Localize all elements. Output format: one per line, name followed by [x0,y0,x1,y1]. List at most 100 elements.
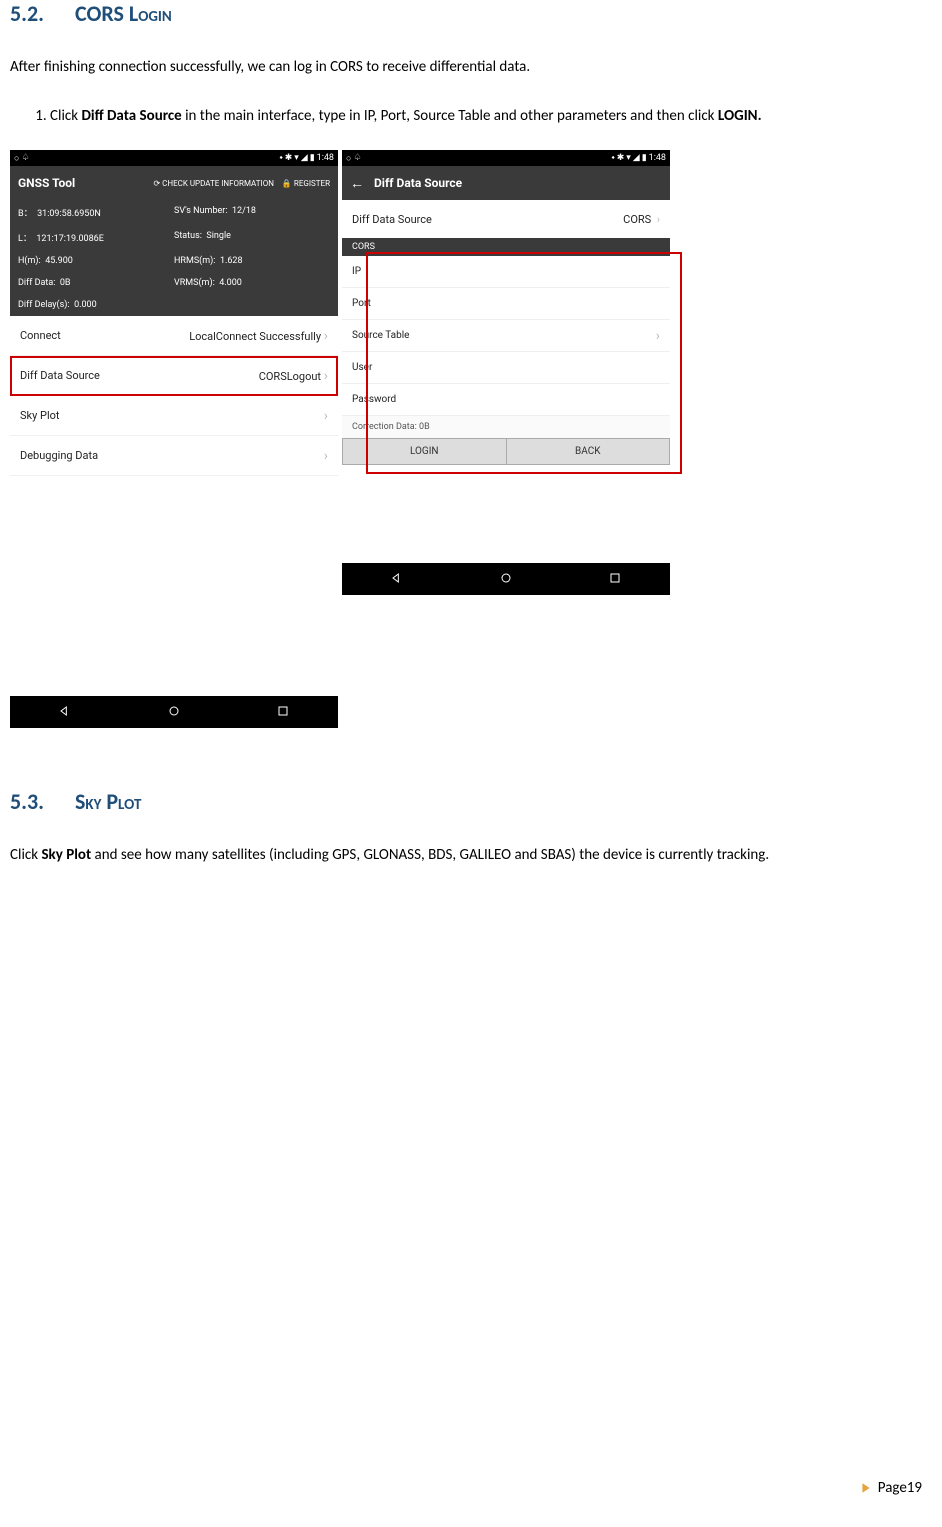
location-icon: ⬩ [611,153,614,163]
notification-icon: ♤ [353,153,361,164]
section-5-3-heading: 5.3. Sky Plot [10,788,932,815]
battery-icon: ▮ [310,153,315,163]
notification-icon: ○ [346,153,351,164]
phone-screenshot-2: ○ ♤ ⬩ ✱ ▾ ◢ ▮ 1:48 ← Diff Data Source Di… [342,150,670,595]
bluetooth-icon: ✱ [285,153,293,163]
value: 121:17:19.0086E [36,234,104,244]
port-input[interactable]: Port [342,288,670,320]
login-button[interactable]: LOGIN [343,439,507,464]
label: Password [352,394,396,405]
sky-plot-row[interactable]: Sky Plot › [10,396,338,436]
phone-screenshot-1: ○ ♤ ⬩ ✱ ▾ ◢ ▮ 1:48 GNSS Tool ⟳ CHECK UPD… [10,150,338,728]
value: 12/18 [232,206,256,216]
user-input[interactable]: User [342,352,670,384]
label: REGISTER [294,179,330,188]
empty-area [10,476,338,696]
bluetooth-icon: ✱ [617,153,625,163]
label: Diff Data: [18,278,55,288]
label: B： [18,209,33,219]
location-icon: ⬩ [279,153,282,163]
label: Sky Plot [20,409,60,422]
sky-plot-paragraph: Click Sky Plot and see how many satellit… [10,843,932,867]
home-icon[interactable] [166,703,182,722]
label: Status: [174,231,202,241]
recent-icon[interactable] [607,570,623,589]
chevron-right-icon: › [324,408,328,424]
label: HRMS(m): [174,256,215,266]
chevron-right-icon: › [657,213,660,226]
wifi-icon: ▾ [294,153,299,163]
back-icon[interactable] [389,570,405,589]
value: 0B [60,278,71,288]
cors-header: CORS [342,238,670,256]
heading-text: CORS Login [75,0,172,27]
label: User [352,362,372,373]
register-button[interactable]: 🔒 REGISTER [282,179,330,188]
page-footer: Page19 [860,1479,922,1497]
status-right: ⬩ ✱ ▾ ◢ ▮ 1:48 [279,153,334,163]
ip-input[interactable]: IP [342,256,670,288]
value: 0.000 [74,300,97,310]
app-bar: GNSS Tool ⟳ CHECK UPDATE INFORMATION 🔒 R… [10,166,338,200]
heading-number: 5.3. [10,788,70,815]
back-icon[interactable] [57,703,73,722]
label: Debugging Data [20,449,98,462]
home-icon[interactable] [498,570,514,589]
label: SV's Number: [174,206,228,216]
back-button[interactable]: BACK [507,439,670,464]
value: Single [206,231,231,241]
label: Port [352,298,371,309]
source-table-selector[interactable]: Source Table › [342,320,670,352]
label: Diff Data Source [352,213,432,226]
chevron-right-icon: › [324,368,328,384]
value: 4.000 [219,278,242,288]
text: in the main interface, type in IP, Port,… [182,107,718,125]
empty-area [342,465,670,563]
text: Click [50,107,81,125]
text: and see how many satellites (including G… [91,846,769,864]
info-block: B： 31:09:58.6950N SV's Number: 12/18 L： … [10,200,338,316]
app-bar: ← Diff Data Source [342,166,670,200]
connect-row[interactable]: Connect LocalConnect Successfully › [10,316,338,356]
value: CORS [623,213,651,226]
label: Diff Delay(s): [18,300,70,310]
debugging-data-row[interactable]: Debugging Data › [10,436,338,476]
lock-icon: 🔒 [282,179,292,188]
page-number: Page19 [878,1479,922,1497]
value: 1.628 [220,256,243,266]
label: Diff Data Source [20,369,100,382]
label: IP [352,266,361,277]
battery-icon: ▮ [642,153,647,163]
bold-text: Sky Plot [41,846,91,864]
signal-icon: ◢ [633,153,640,163]
bold-text: Diff Data Source [81,107,181,125]
label: VRMS(m): [174,278,215,288]
value: 45.900 [45,256,73,266]
signal-icon: ◢ [301,153,308,163]
app-title: GNSS Tool [18,176,75,190]
text: Click [10,846,41,864]
diff-data-source-selector[interactable]: Diff Data Source CORS › [342,200,670,238]
password-input[interactable]: Password [342,384,670,416]
notification-icon: ♤ [21,153,29,164]
label: Source Table [352,330,409,341]
intro-paragraph: After finishing connection successfully,… [10,55,932,79]
step-1: Click Diff Data Source in the main inter… [50,103,932,130]
notification-icon: ○ [14,153,19,164]
steps-list: Click Diff Data Source in the main inter… [10,103,932,130]
clock: 1:48 [649,153,666,163]
android-status-bar: ○ ♤ ⬩ ✱ ▾ ◢ ▮ 1:48 [342,150,670,166]
recent-icon[interactable] [275,703,291,722]
section-5-2-heading: 5.2. CORS Login [10,0,932,27]
diff-data-source-row[interactable]: Diff Data Source CORSLogout › [10,356,338,396]
menu-list: Connect LocalConnect Successfully › Diff… [10,316,338,476]
value: CORSLogout [259,370,321,383]
button-row: LOGIN BACK [342,438,670,465]
chevron-right-icon: › [656,328,660,344]
check-update-button[interactable]: ⟳ CHECK UPDATE INFORMATION [153,179,273,188]
chevron-right-icon: › [324,328,328,344]
label: L： [18,234,32,244]
back-arrow-icon[interactable]: ← [350,175,364,192]
heading-number: 5.2. [10,0,70,27]
label: CHECK UPDATE INFORMATION [162,179,274,188]
